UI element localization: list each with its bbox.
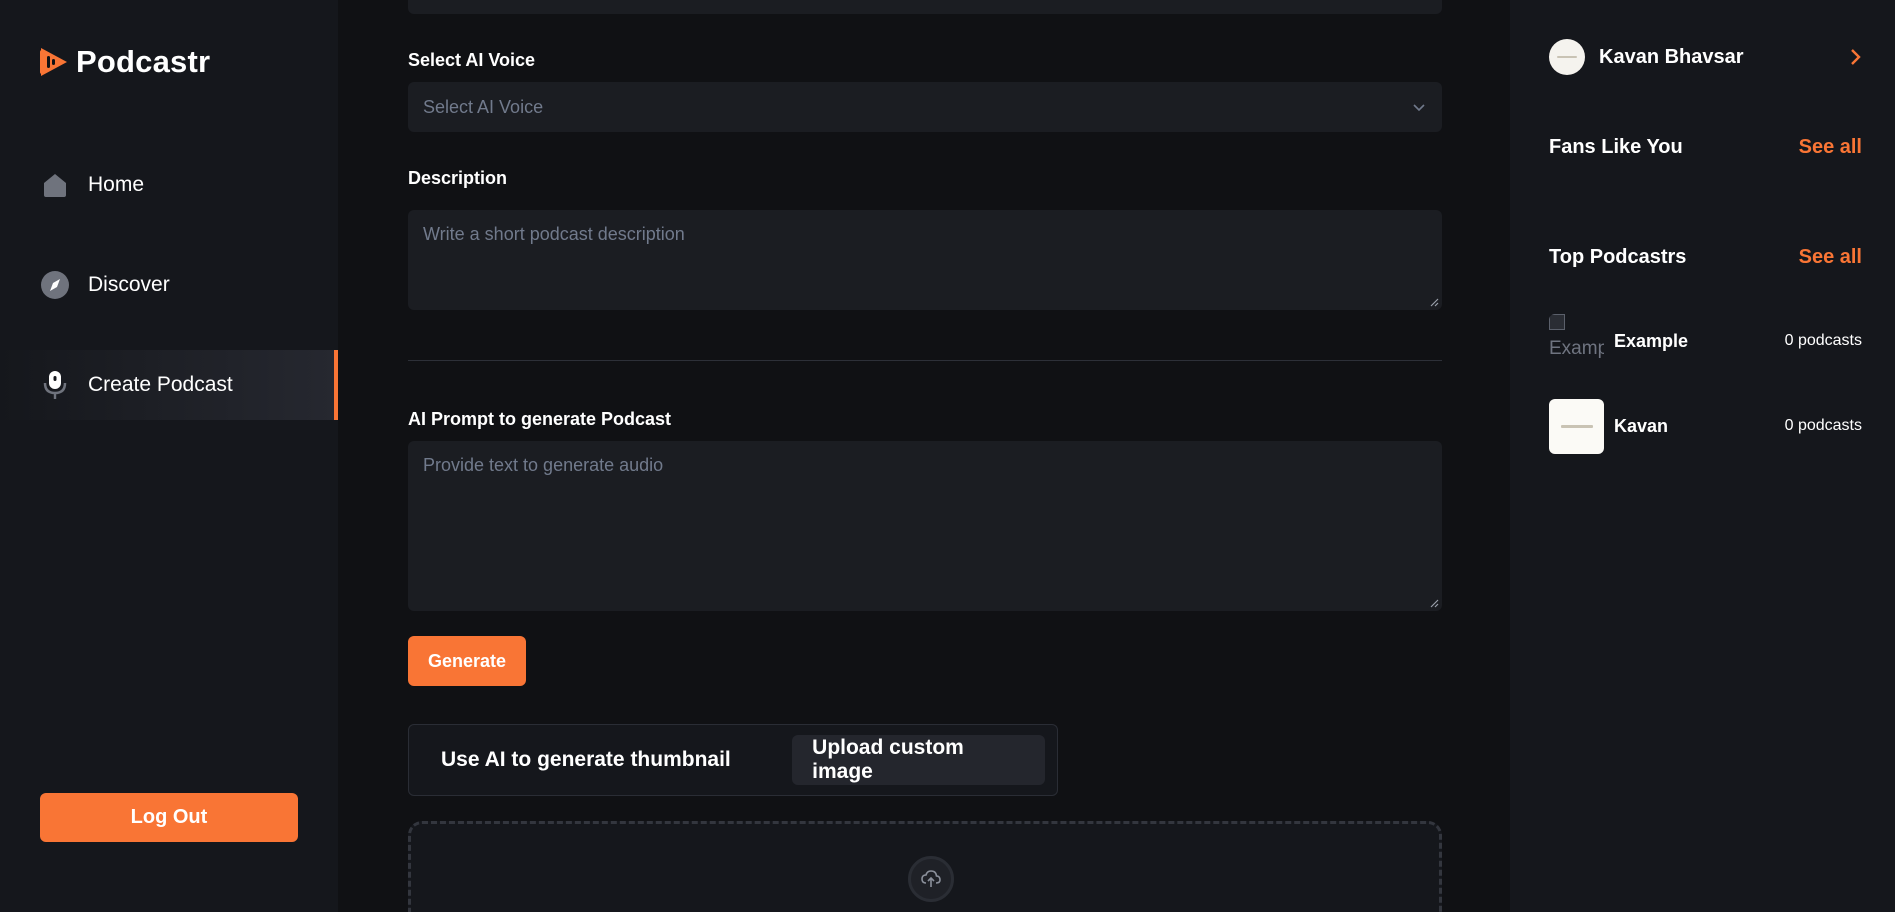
fans-like-you-header: Fans Like You See all — [1549, 136, 1862, 159]
podcastr-logo-icon — [40, 48, 67, 76]
main-nav: Home Discover Create Podcast — [0, 150, 338, 450]
prompt-label: AI Prompt to generate Podcast — [408, 409, 672, 429]
broken-image-icon — [1549, 313, 1565, 330]
list-item[interactable]: Kavan 0 podcasts — [1549, 398, 1862, 454]
avatar — [1549, 39, 1585, 75]
compass-icon — [40, 270, 70, 300]
podcast-count: 0 podcasts — [1784, 332, 1862, 349]
description-label: Description — [408, 168, 508, 188]
prompt-placeholder: Provide text to generate audio — [423, 455, 664, 475]
image-upload-dropzone[interactable] — [408, 821, 1442, 912]
voice-select[interactable]: Select AI Voice — [408, 82, 1442, 132]
user-profile-link[interactable]: Kavan Bhavsar — [1549, 37, 1865, 77]
voice-select-placeholder: Select AI Voice — [423, 96, 544, 117]
upload-cloud-icon — [908, 856, 954, 902]
podcaster-name: Example — [1614, 330, 1689, 351]
brand-logo[interactable]: Podcastr — [38, 42, 210, 82]
title-input-edge[interactable] — [408, 0, 1442, 14]
create-podcast-form: Select AI Voice Select AI Voice Descript… — [338, 0, 1510, 912]
microphone-icon — [40, 370, 70, 400]
resize-handle-icon[interactable] — [1429, 297, 1439, 307]
nav-item-label: Discover — [88, 273, 170, 296]
left-sidebar: Podcastr Home Discover Create Podcast Lo… — [0, 0, 338, 912]
nav-item-label: Home — [88, 173, 145, 196]
ai-thumbnail-option[interactable]: Use AI to generate thumbnail — [441, 748, 792, 772]
logout-button[interactable]: Log Out — [40, 793, 298, 842]
list-item[interactable]: Example Example 0 podcasts — [1549, 313, 1862, 369]
see-all-link[interactable]: See all — [1799, 136, 1862, 159]
chevron-right-icon — [1851, 49, 1861, 65]
generate-button[interactable]: Generate — [408, 636, 526, 686]
see-all-link[interactable]: See all — [1799, 246, 1862, 269]
upload-image-option[interactable]: Upload custom image — [792, 735, 1045, 785]
resize-handle-icon[interactable] — [1429, 598, 1439, 608]
section-title: Fans Like You — [1549, 136, 1683, 158]
podcaster-name: Kavan — [1614, 415, 1669, 436]
nav-item-create-podcast[interactable]: Create Podcast — [0, 350, 338, 420]
home-icon — [40, 170, 70, 200]
voice-label: Select AI Voice — [408, 50, 536, 70]
nav-item-label: Create Podcast — [88, 373, 233, 396]
top-podcastrs-header: Top Podcastrs See all — [1549, 246, 1862, 269]
chevron-down-icon — [1413, 104, 1425, 112]
right-sidebar: Kavan Bhavsar Fans Like You See all Top … — [1510, 0, 1895, 912]
nav-item-discover[interactable]: Discover — [0, 250, 338, 320]
prompt-textarea[interactable]: Provide text to generate audio — [408, 441, 1442, 611]
description-textarea[interactable]: Write a short podcast description — [408, 210, 1442, 310]
user-name: Kavan Bhavsar — [1599, 45, 1744, 68]
nav-item-home[interactable]: Home — [0, 150, 338, 220]
podcast-count: 0 podcasts — [1784, 417, 1862, 434]
description-placeholder: Write a short podcast description — [423, 224, 685, 244]
podcaster-image: Example — [1549, 313, 1604, 369]
thumbnail-source-toggle: Use AI to generate thumbnail Upload cust… — [408, 724, 1058, 796]
image-alt-text: Example — [1549, 337, 1604, 359]
section-title: Top Podcastrs — [1549, 246, 1687, 268]
brand-name: Podcastr — [76, 44, 211, 79]
podcaster-image — [1549, 398, 1604, 454]
section-divider — [408, 360, 1442, 361]
